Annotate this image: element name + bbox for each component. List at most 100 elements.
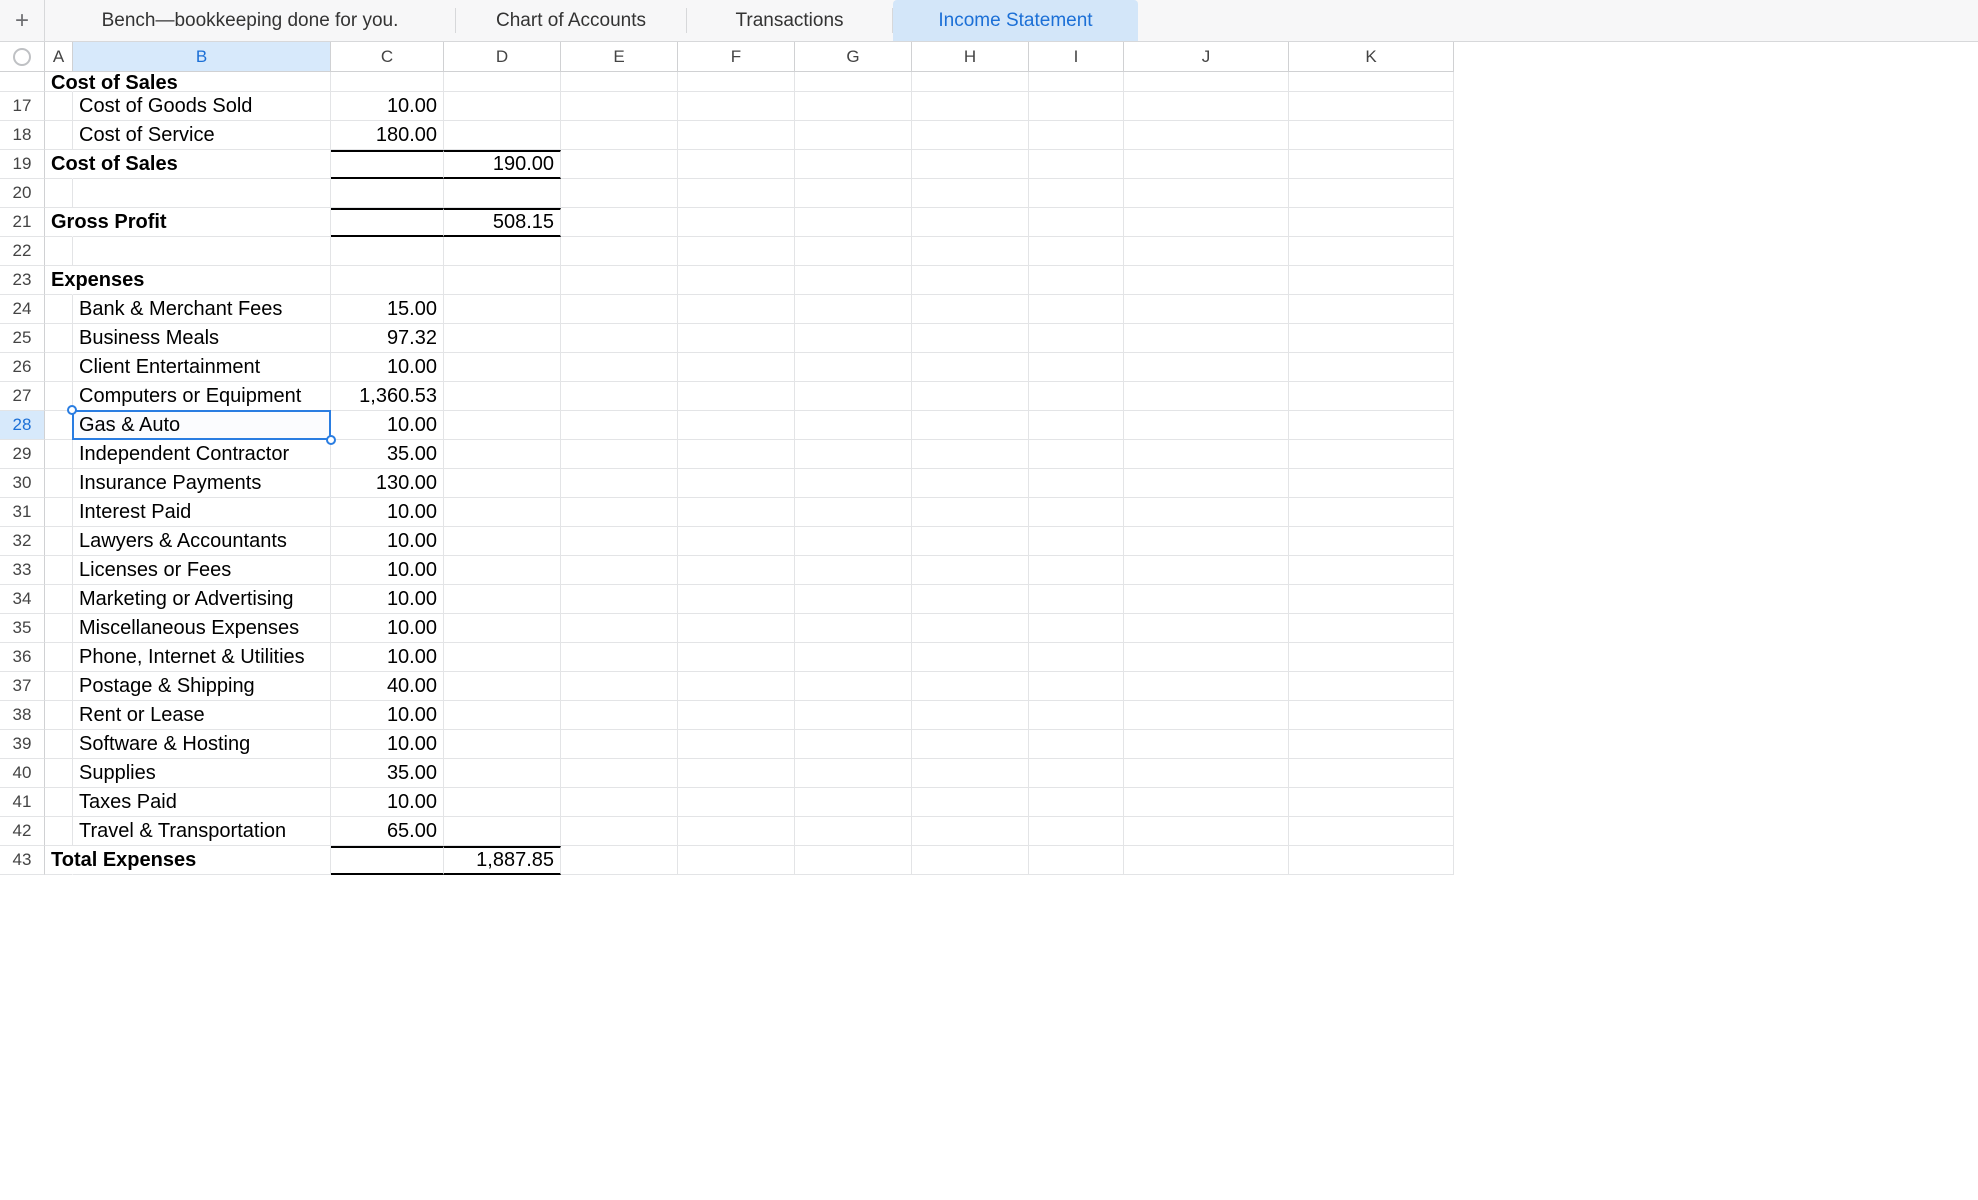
- cell[interactable]: [561, 324, 678, 353]
- row-header[interactable]: [0, 72, 45, 92]
- cell[interactable]: [1029, 614, 1124, 643]
- cell[interactable]: [912, 730, 1029, 759]
- cell[interactable]: [1124, 614, 1289, 643]
- cell[interactable]: [561, 150, 678, 179]
- cell[interactable]: [444, 788, 561, 817]
- cell[interactable]: 10.00: [331, 556, 444, 585]
- cell[interactable]: [561, 295, 678, 324]
- cell[interactable]: [795, 382, 912, 411]
- cell[interactable]: [795, 585, 912, 614]
- cell[interactable]: Phone, Internet & Utilities: [73, 643, 331, 672]
- cell[interactable]: [561, 614, 678, 643]
- cell[interactable]: [912, 440, 1029, 469]
- cell[interactable]: [444, 817, 561, 846]
- cell[interactable]: [1124, 440, 1289, 469]
- cell[interactable]: [561, 382, 678, 411]
- cell[interactable]: [45, 527, 73, 556]
- cell[interactable]: [1124, 324, 1289, 353]
- cell[interactable]: Insurance Payments: [73, 469, 331, 498]
- cell[interactable]: Total Expenses: [45, 846, 73, 875]
- cell[interactable]: [795, 295, 912, 324]
- cell[interactable]: Taxes Paid: [73, 788, 331, 817]
- cell[interactable]: [561, 411, 678, 440]
- cell[interactable]: 10.00: [331, 353, 444, 382]
- cell[interactable]: [912, 788, 1029, 817]
- cell[interactable]: 10.00: [331, 92, 444, 121]
- cell[interactable]: [1289, 730, 1454, 759]
- cell[interactable]: [1289, 788, 1454, 817]
- cell[interactable]: [1289, 179, 1454, 208]
- cell[interactable]: 10.00: [331, 614, 444, 643]
- row-header[interactable]: 36: [0, 643, 45, 672]
- cell[interactable]: [678, 150, 795, 179]
- cell[interactable]: [1029, 585, 1124, 614]
- cell[interactable]: 1,360.53: [331, 382, 444, 411]
- cell[interactable]: [912, 817, 1029, 846]
- cell[interactable]: [1289, 121, 1454, 150]
- cell[interactable]: 10.00: [331, 730, 444, 759]
- sheet-tab[interactable]: Chart of Accounts: [456, 0, 686, 41]
- cell[interactable]: [444, 585, 561, 614]
- cell[interactable]: [45, 585, 73, 614]
- cell[interactable]: [678, 556, 795, 585]
- row-header[interactable]: 30: [0, 469, 45, 498]
- cell[interactable]: [678, 324, 795, 353]
- cell[interactable]: [1124, 730, 1289, 759]
- cell[interactable]: [45, 440, 73, 469]
- cell[interactable]: [912, 72, 1029, 92]
- cell[interactable]: [1124, 817, 1289, 846]
- cell[interactable]: [678, 817, 795, 846]
- cell[interactable]: [912, 150, 1029, 179]
- sheet-tab[interactable]: Transactions: [687, 0, 892, 41]
- cell[interactable]: [1029, 411, 1124, 440]
- row-header[interactable]: 21: [0, 208, 45, 237]
- cell[interactable]: [1289, 440, 1454, 469]
- cell[interactable]: Cost of Goods Sold: [73, 92, 331, 121]
- cell[interactable]: [1029, 92, 1124, 121]
- row-header[interactable]: 34: [0, 585, 45, 614]
- cell[interactable]: [45, 92, 73, 121]
- cell[interactable]: [1124, 759, 1289, 788]
- cell[interactable]: [1029, 846, 1124, 875]
- cell[interactable]: Postage & Shipping: [73, 672, 331, 701]
- cell[interactable]: [1029, 556, 1124, 585]
- cell[interactable]: [1029, 527, 1124, 556]
- row-header[interactable]: 39: [0, 730, 45, 759]
- cell[interactable]: [1124, 150, 1289, 179]
- cell[interactable]: [678, 585, 795, 614]
- row-header[interactable]: 38: [0, 701, 45, 730]
- cell[interactable]: [444, 324, 561, 353]
- cell[interactable]: [1124, 469, 1289, 498]
- cell[interactable]: [795, 527, 912, 556]
- cell[interactable]: [1029, 440, 1124, 469]
- cell[interactable]: [331, 237, 444, 266]
- column-header[interactable]: I: [1029, 42, 1124, 72]
- cell[interactable]: [444, 643, 561, 672]
- cell[interactable]: [678, 788, 795, 817]
- cell[interactable]: [795, 701, 912, 730]
- cell[interactable]: [1124, 382, 1289, 411]
- cell[interactable]: [678, 208, 795, 237]
- cell[interactable]: 10.00: [331, 527, 444, 556]
- cell[interactable]: Gas & Auto: [73, 411, 331, 440]
- cell[interactable]: [561, 846, 678, 875]
- cell[interactable]: [1289, 237, 1454, 266]
- cell[interactable]: [1029, 701, 1124, 730]
- cell[interactable]: Miscellaneous Expenses: [73, 614, 331, 643]
- cell[interactable]: [45, 614, 73, 643]
- cell[interactable]: [1289, 846, 1454, 875]
- cell[interactable]: [561, 440, 678, 469]
- cell[interactable]: [1124, 237, 1289, 266]
- cell[interactable]: [1124, 556, 1289, 585]
- cell[interactable]: [444, 179, 561, 208]
- cell[interactable]: [1289, 527, 1454, 556]
- cell[interactable]: [1029, 759, 1124, 788]
- cell[interactable]: [678, 643, 795, 672]
- cell[interactable]: [795, 179, 912, 208]
- cell[interactable]: [678, 527, 795, 556]
- cell[interactable]: [912, 353, 1029, 382]
- cell[interactable]: [331, 208, 444, 237]
- cell[interactable]: [795, 440, 912, 469]
- row-header[interactable]: 32: [0, 527, 45, 556]
- cell[interactable]: [1289, 411, 1454, 440]
